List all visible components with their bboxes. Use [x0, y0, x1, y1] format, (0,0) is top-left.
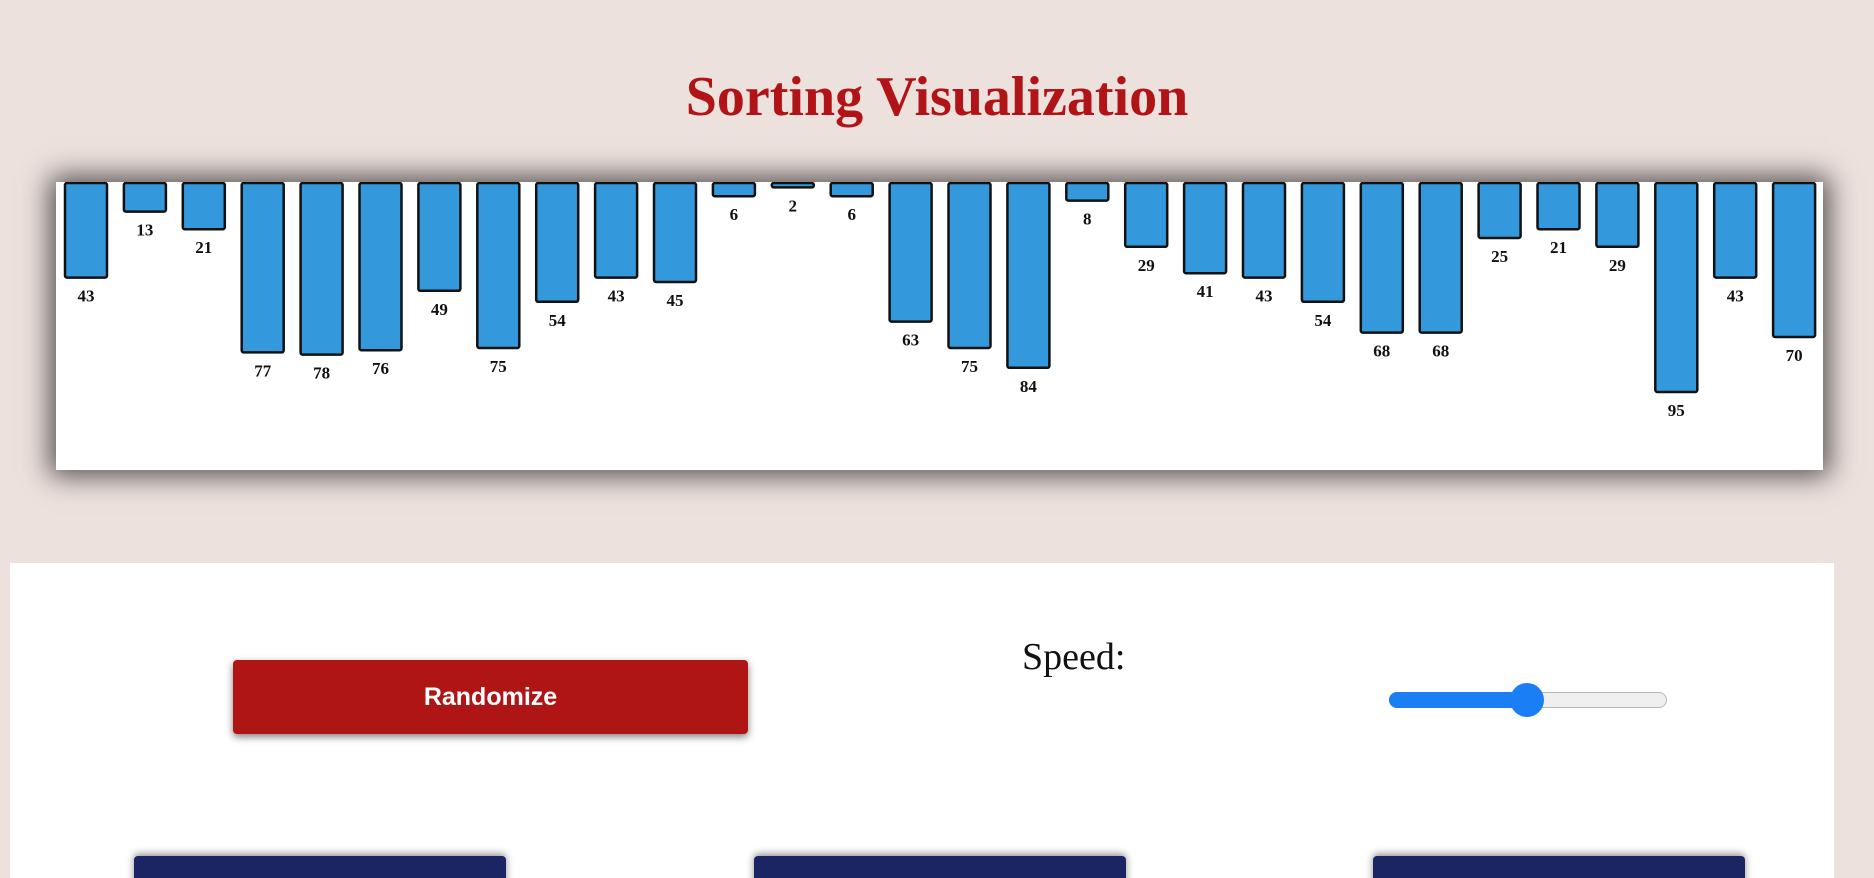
bar-value-label-1: 13 — [136, 221, 153, 240]
bar-8 — [534, 182, 580, 304]
bar-value-label-13: 6 — [847, 205, 856, 224]
bar-value-label-25: 21 — [1550, 238, 1567, 257]
bar-0 — [63, 182, 109, 279]
bar-value-label-23: 68 — [1432, 342, 1449, 361]
algorithm-button-2[interactable] — [754, 856, 1126, 878]
bar-value-label-26: 29 — [1609, 256, 1626, 275]
bar-15 — [947, 182, 992, 350]
bars-chart: 43 13 21 77 78 76 49 75 54 43 45 6 2 6 63 75 84 8 29 41 43 54… — [63, 182, 1817, 420]
bar-value-label-20: 43 — [1256, 287, 1273, 306]
bar-16 — [1006, 182, 1051, 370]
bar-11 — [711, 182, 757, 198]
bars-visualization-panel: 43 13 21 77 78 76 49 75 54 43 45 6 2 6 63 75 84 8 29 41 43 54… — [56, 182, 1823, 470]
bar-value-label-18: 29 — [1138, 256, 1155, 275]
bar-23 — [1418, 182, 1463, 334]
algorithm-button-1[interactable] — [134, 856, 506, 878]
bar-9 — [593, 182, 639, 279]
bar-27 — [1654, 182, 1699, 394]
bar-value-label-24: 25 — [1491, 247, 1508, 266]
bar-value-label-7: 75 — [490, 357, 507, 376]
randomize-button[interactable]: Randomize — [233, 660, 748, 734]
bar-17 — [1065, 182, 1110, 202]
bar-24 — [1477, 182, 1522, 240]
bar-value-label-4: 78 — [313, 364, 330, 383]
speed-slider[interactable] — [1377, 683, 1677, 717]
speed-slider-thumb[interactable] — [1510, 683, 1544, 717]
algorithm-button-3[interactable] — [1373, 856, 1745, 878]
bar-13 — [829, 182, 874, 198]
speed-slider-fill — [1389, 692, 1527, 708]
bar-29 — [1771, 182, 1817, 339]
bar-value-label-29: 70 — [1786, 346, 1803, 365]
bar-6 — [417, 182, 462, 293]
bar-22 — [1359, 182, 1405, 334]
bar-value-label-22: 68 — [1373, 342, 1390, 361]
bar-value-label-15: 75 — [961, 357, 978, 376]
controls-panel: Randomize Speed: — [10, 563, 1834, 878]
bar-value-label-21: 54 — [1314, 311, 1332, 330]
bar-5 — [358, 182, 403, 352]
bar-value-label-2: 21 — [195, 238, 212, 257]
bar-12 — [770, 182, 816, 189]
bar-2 — [181, 182, 227, 231]
bar-value-label-17: 8 — [1083, 210, 1092, 229]
bar-value-label-16: 84 — [1020, 377, 1038, 396]
bar-14 — [888, 182, 933, 323]
bar-3 — [240, 182, 285, 354]
bar-25 — [1536, 182, 1581, 231]
bar-value-label-28: 43 — [1727, 287, 1744, 306]
bar-value-label-11: 6 — [730, 205, 739, 224]
bar-18 — [1123, 182, 1169, 249]
bar-19 — [1182, 182, 1228, 275]
bar-1 — [122, 182, 168, 213]
bar-value-label-12: 2 — [789, 196, 798, 215]
bar-value-label-6: 49 — [431, 300, 448, 319]
bar-value-label-19: 41 — [1197, 282, 1214, 301]
bar-value-label-27: 95 — [1668, 401, 1685, 420]
bar-value-label-9: 43 — [608, 287, 625, 306]
bar-28 — [1712, 182, 1758, 279]
page-title: Sorting Visualization — [685, 66, 1189, 128]
bar-20 — [1241, 182, 1287, 279]
bar-21 — [1300, 182, 1346, 304]
bar-value-label-3: 77 — [254, 361, 272, 380]
speed-label: Speed: — [1022, 636, 1126, 678]
bar-value-label-8: 54 — [549, 311, 567, 330]
bar-4 — [299, 182, 344, 356]
bar-value-label-14: 63 — [902, 331, 919, 350]
bar-10 — [652, 182, 698, 284]
bar-26 — [1595, 182, 1640, 249]
bar-value-label-0: 43 — [78, 287, 95, 306]
bar-value-label-5: 76 — [372, 359, 389, 378]
bar-value-label-10: 45 — [667, 291, 684, 310]
bar-7 — [476, 182, 521, 350]
